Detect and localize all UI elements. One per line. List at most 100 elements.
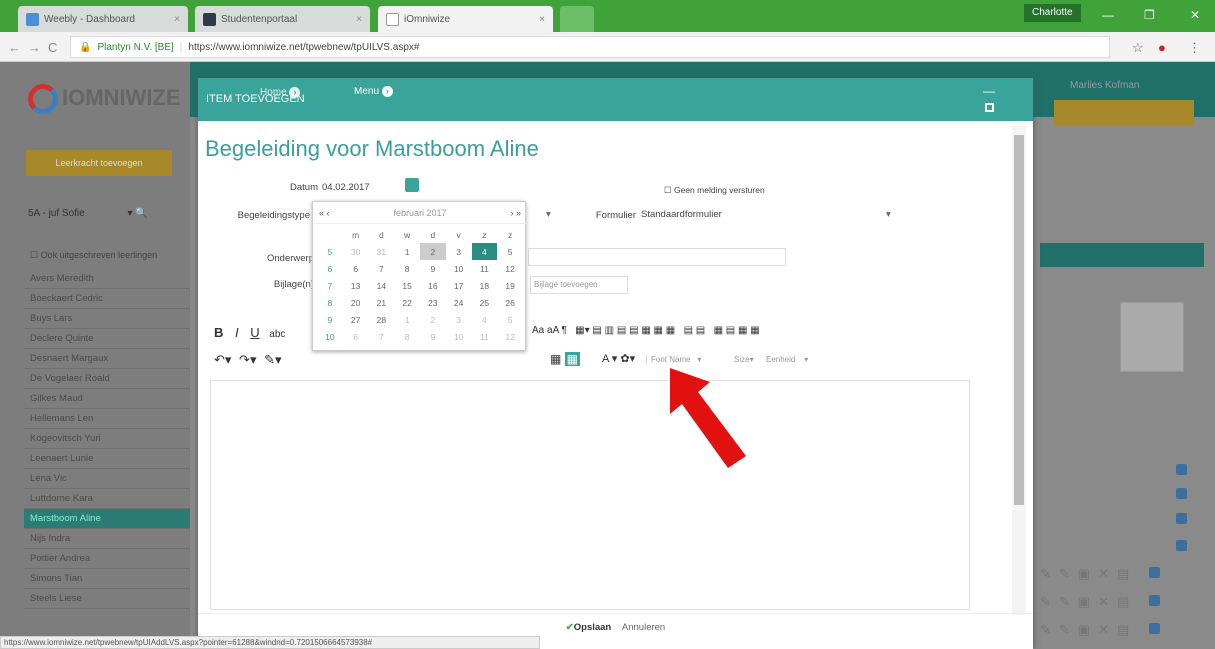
no-notify-checkbox[interactable]: ☐ Geen melding versturen: [664, 185, 765, 196]
menu-link[interactable]: Menu ›: [354, 86, 393, 97]
student-list-item[interactable]: Steels Liese: [24, 589, 190, 609]
calendar-day[interactable]: 24: [446, 294, 472, 311]
calendar-day[interactable]: 2: [420, 243, 446, 260]
calendar-day[interactable]: 6: [343, 260, 369, 277]
add-icon[interactable]: [1176, 463, 1187, 478]
calendar-day[interactable]: 14: [369, 277, 395, 294]
datum-field[interactable]: 04.02.2017: [322, 182, 370, 193]
calendar-day[interactable]: 5: [497, 243, 523, 260]
prev-year-button[interactable]: « ‹: [319, 208, 330, 218]
format-painter-button[interactable]: ✎▾: [264, 352, 281, 367]
type-dropdown-chevron-icon[interactable]: ▾: [546, 209, 551, 220]
forward-icon[interactable]: →: [28, 40, 41, 55]
calendar-day[interactable]: 7: [369, 260, 395, 277]
student-list-item[interactable]: Simons Tian: [24, 569, 190, 589]
modal-scrollbar[interactable]: [1012, 125, 1026, 615]
student-list-item[interactable]: Luttdorne Kara: [24, 489, 190, 509]
close-icon[interactable]: ×: [356, 14, 362, 25]
next-year-button[interactable]: › »: [510, 208, 521, 218]
onderwerp-input[interactable]: [528, 248, 786, 266]
calendar-day[interactable]: 9: [420, 260, 446, 277]
window-close-icon[interactable]: ✕: [1190, 8, 1200, 22]
include-unregistered-checkbox[interactable]: ☐ Ook uitgeschreven leerlingen: [30, 250, 157, 261]
calendar-day[interactable]: 11: [472, 260, 498, 277]
calendar-day[interactable]: 22: [394, 294, 420, 311]
bold-button[interactable]: B: [214, 325, 223, 340]
pinterest-icon[interactable]: ●: [1158, 40, 1166, 55]
calendar-day[interactable]: 12: [497, 260, 523, 277]
row-action-icons[interactable]: ✎✎▣✕▤: [1040, 594, 1160, 610]
close-icon[interactable]: ×: [539, 14, 545, 25]
calendar-day[interactable]: 17: [446, 277, 472, 294]
student-list-item[interactable]: Nijs Indra: [24, 529, 190, 549]
student-list-item[interactable]: Kogeovitsch Yuri: [24, 429, 190, 449]
case-buttons[interactable]: Aa aA ¶ ▦▾ ▤ ▥ ▤ ▤ ▦ ▦ ▦ ▤ ▤ ▦ ▤ ▦ ▦: [532, 325, 760, 336]
student-list-item[interactable]: Boeckaert Cedric: [24, 289, 190, 309]
redo-button[interactable]: ↷▾: [239, 352, 256, 367]
italic-button[interactable]: I: [235, 325, 239, 340]
bijlage-input[interactable]: Bijlage toevoegen: [530, 276, 628, 294]
browser-tab[interactable]: Weebly - Dashboard ×: [18, 6, 188, 32]
add-icon[interactable]: [1176, 539, 1187, 554]
add-icon[interactable]: [1176, 487, 1187, 502]
new-tab-button[interactable]: [560, 6, 594, 32]
student-list-item[interactable]: Leenaert Lunie: [24, 449, 190, 469]
more-icon[interactable]: ⋮: [1188, 40, 1201, 56]
calendar-day[interactable]: 30: [343, 243, 369, 260]
calendar-day[interactable]: 3: [446, 243, 472, 260]
student-list-item[interactable]: Marstboom Aline: [24, 509, 190, 529]
omnibox[interactable]: 🔒 Plantyn N.V. [BE] | https://www.iomniw…: [70, 36, 1110, 58]
right-action-button[interactable]: [1054, 100, 1194, 126]
month-title[interactable]: februari 2017: [393, 208, 446, 218]
maximize-icon[interactable]: [985, 103, 994, 112]
rich-text-editor[interactable]: [210, 380, 970, 610]
star-icon[interactable]: ☆: [1132, 40, 1144, 56]
row-action-icons[interactable]: ✎✎▣✕▤: [1040, 566, 1160, 582]
calendar-icon[interactable]: [405, 178, 419, 192]
font-name-select[interactable]: Font Name ▾: [646, 355, 701, 364]
student-list-item[interactable]: Gilkes Maud: [24, 389, 190, 409]
calendar-day[interactable]: 13: [343, 277, 369, 294]
student-list-item[interactable]: Hellemans Len: [24, 409, 190, 429]
calendar-day[interactable]: 23: [420, 294, 446, 311]
undo-button[interactable]: ↶▾: [214, 352, 231, 367]
calendar-day[interactable]: 31: [369, 243, 395, 260]
calendar-day[interactable]: 15: [394, 277, 420, 294]
cancel-button[interactable]: Annuleren: [622, 622, 665, 633]
calendar-day[interactable]: 18: [472, 277, 498, 294]
minimize-icon[interactable]: —: [1102, 8, 1114, 22]
unit-select[interactable]: Eenheid ▾: [766, 355, 808, 364]
calendar-day[interactable]: 26: [497, 294, 523, 311]
student-list-item[interactable]: Desnaert Margaux: [24, 349, 190, 369]
calendar-day[interactable]: 1: [394, 243, 420, 260]
student-list-item[interactable]: Declere Quinte: [24, 329, 190, 349]
size-select[interactable]: Size▾: [734, 355, 754, 364]
calendar-day[interactable]: 10: [446, 260, 472, 277]
student-list-item[interactable]: Avers Meredith: [24, 269, 190, 289]
calendar-day[interactable]: 16: [420, 277, 446, 294]
maximize-icon[interactable]: ❐: [1144, 8, 1155, 22]
browser-tab[interactable]: Studentenportaal ×: [195, 6, 370, 32]
user-name[interactable]: Marlies Kofman: [1070, 80, 1139, 91]
class-select[interactable]: 5A - juf Sofie ▾ 🔍: [28, 208, 178, 219]
calendar-day[interactable]: 8: [394, 260, 420, 277]
calendar-day[interactable]: 21: [369, 294, 395, 311]
add-icon[interactable]: [1176, 512, 1187, 527]
formulier-select[interactable]: Standaardformulier: [641, 209, 722, 220]
student-list-item[interactable]: Buys Lars: [24, 309, 190, 329]
minimize-icon[interactable]: —: [983, 84, 995, 98]
student-list-item[interactable]: De Vogelaer Roald: [24, 369, 190, 389]
calendar-day[interactable]: 25: [472, 294, 498, 311]
calendar-day[interactable]: 20: [343, 294, 369, 311]
save-button[interactable]: ✔Opslaan: [566, 622, 611, 633]
home-link[interactable]: Home ›: [260, 87, 301, 98]
student-list-item[interactable]: Pottier Andrea: [24, 549, 190, 569]
formulier-chevron-icon[interactable]: ▾: [886, 209, 891, 220]
add-teacher-button[interactable]: Leerkracht toevoegen: [26, 150, 172, 176]
browser-tab-active[interactable]: iOmniwize ×: [378, 6, 553, 32]
profile-button[interactable]: Charlotte: [1024, 4, 1081, 22]
close-icon[interactable]: ×: [174, 14, 180, 25]
reload-icon[interactable]: C: [48, 40, 57, 55]
table-button[interactable]: ▦ ▦: [550, 352, 581, 366]
underline-button[interactable]: U: [250, 325, 259, 340]
